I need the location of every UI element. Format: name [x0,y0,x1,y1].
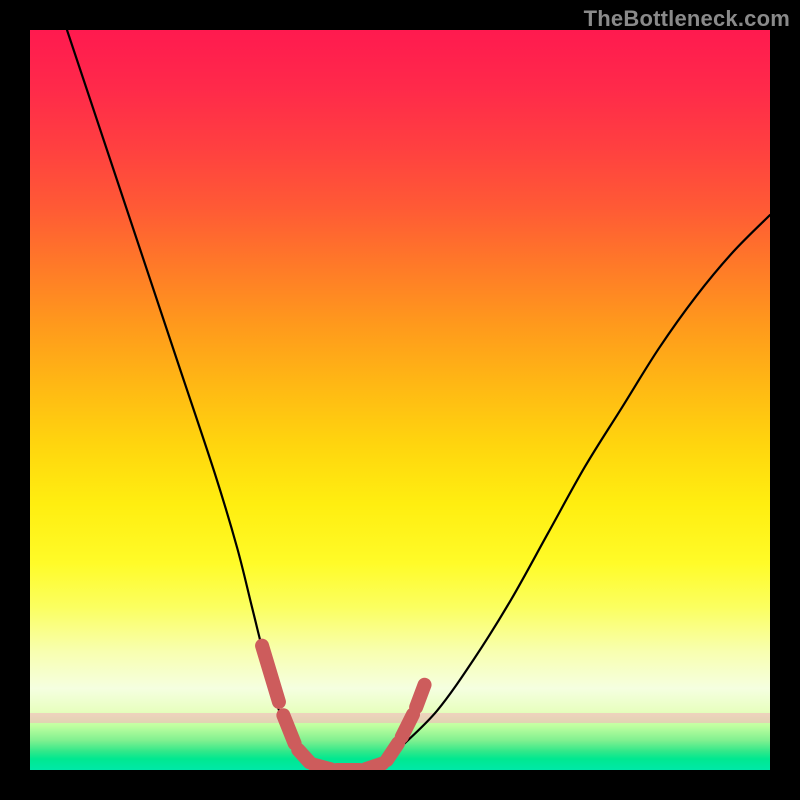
marker-dash [387,743,398,760]
marker-dash [314,765,331,769]
marker-dash [402,714,413,736]
marker-dash [366,763,383,769]
marker-dash [262,646,279,702]
marker-dash [298,750,309,762]
marker-group [262,646,425,770]
watermark-text: TheBottleneck.com [584,6,790,32]
marker-dash [416,685,424,707]
chart-svg [30,30,770,770]
marker-dash [283,715,294,743]
chart-canvas: TheBottleneck.com [0,0,800,800]
bottleneck-curve [67,30,770,770]
